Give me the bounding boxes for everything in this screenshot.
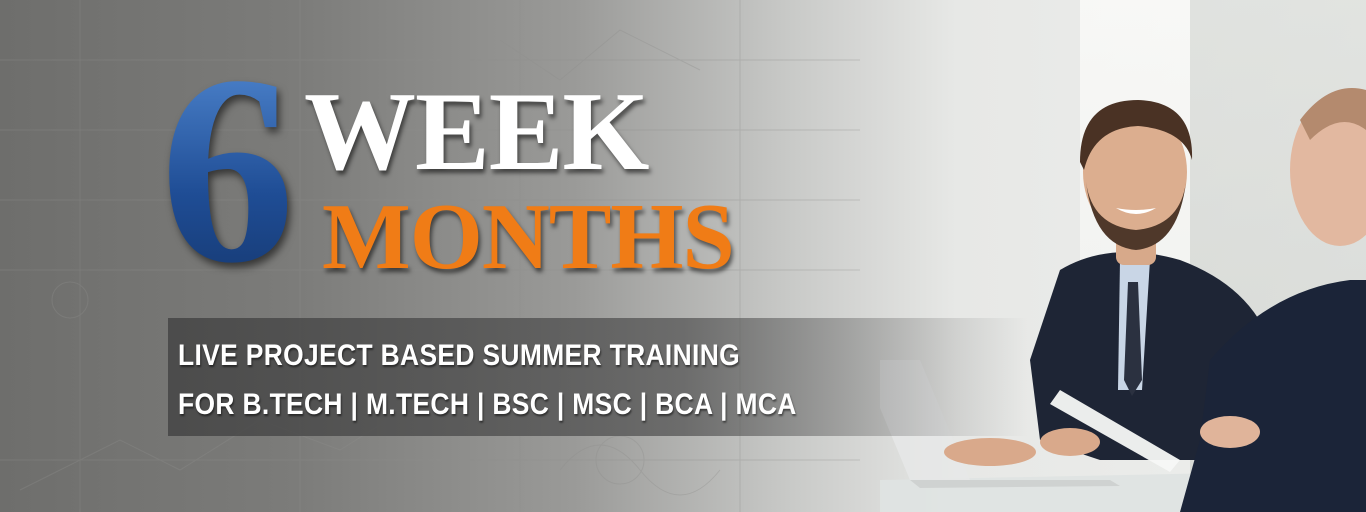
businessmen-photo — [880, 88, 1366, 512]
tagline-line-1: LIVE PROJECT BASED SUMMER TRAINING — [178, 339, 741, 372]
digit-six: 6 — [160, 20, 295, 319]
summer-training-banner[interactable]: 6 WEEK MONTHS LIVE PROJECT BASED SUMMER … — [0, 0, 1366, 512]
tagline-line-2: FOR B.TECH | M.TECH | BSC | MSC | BCA | … — [178, 388, 797, 421]
headline-months: MONTHS — [322, 185, 735, 289]
headline-week: WEEK — [304, 70, 650, 194]
